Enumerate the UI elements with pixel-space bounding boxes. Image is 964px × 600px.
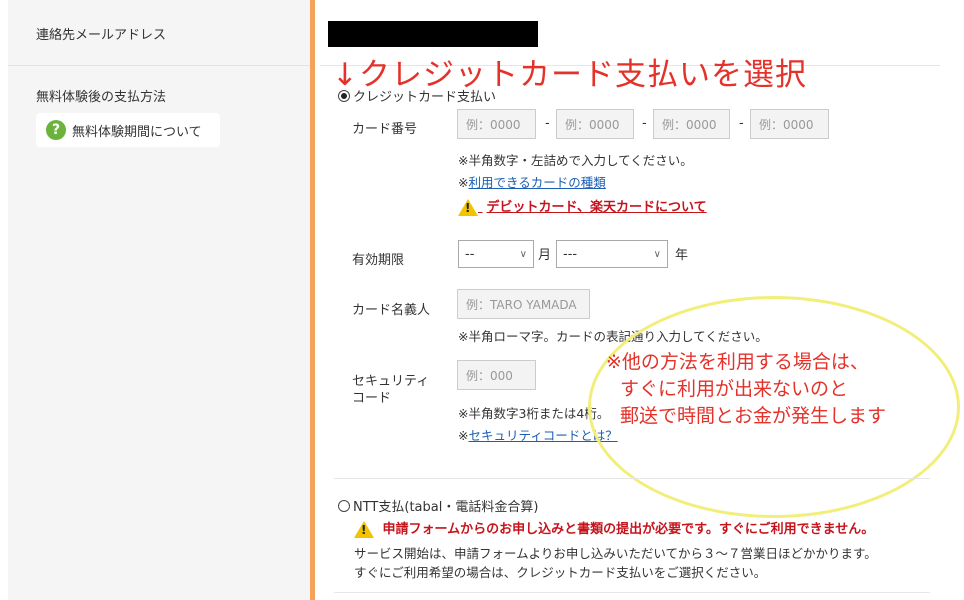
year-unit: 年 [675,248,689,263]
card-holder-label: カード名義人 [352,303,431,318]
note-prefix: ※ [458,428,469,443]
debit-card-link[interactable]: デビットカード、楽天カードについて [487,200,707,215]
dash: - [545,116,550,131]
expiry-month-value: -- [465,246,475,262]
expiry-year-select[interactable]: --- ∨ [556,240,668,268]
trial-help-link[interactable]: ? 無料体験期間について [36,113,220,147]
radio-checked-icon [338,89,350,102]
dash: - [642,116,647,131]
expiry-month-select[interactable]: -- ∨ [458,240,534,268]
accent-divider [310,0,315,600]
card-number-note: ※半角数字・左詰めで入力してください。 [458,153,693,168]
row-divider [8,65,310,66]
ntt-note-2: すぐにご利用希望の場合は、クレジットカード支払いをご選択ください。 [354,565,767,580]
card-number-input-1[interactable]: 例：0000 [457,109,536,139]
card-number-input-3[interactable]: 例：0000 [653,109,730,139]
note-prefix: ※ [458,175,469,190]
card-number-label: カード番号 [352,122,418,137]
section-divider [334,592,930,593]
card-holder-input[interactable]: 例：TARO YAMADA [457,289,590,319]
credit-card-radio-label: クレジットカード支払い [353,90,497,105]
payment-method-label: 無料体験後の支払方法 [36,90,167,105]
ntt-note-1: サービス開始は、申請フォームよりお申し込みいただいてから３～７営業日ほどかかりま… [354,546,877,561]
section-divider [334,478,930,479]
contact-email-label: 連絡先メールアドレス [36,28,167,43]
ntt-warning-text: 申請フォームからのお申し込みと書類の提出が必要です。すぐにご利用できません。 [382,522,875,537]
redacted-email [328,21,538,47]
ntt-radio-label: NTT支払(tabal・電話料金合算) [353,500,539,515]
trial-help-label: 無料体験期間について [72,124,202,140]
annotation-line-2: すぐに利用が出来ないのと [620,378,849,400]
annotation-line-1: ※他の方法を利用する場合は、 [606,351,869,373]
expiry-year-value: --- [563,246,578,262]
security-code-input[interactable]: 例：000 [457,360,536,390]
annotation-line-3: 郵送で時間とお金が発生します [620,405,887,427]
card-number-input-4[interactable]: 例：0000 [750,109,829,139]
dash: - [739,116,744,131]
ntt-payment-radio[interactable]: NTT支払(tabal・電話料金合算) [338,496,538,515]
available-cards-link[interactable]: 利用できるカードの種類 [468,175,605,190]
warning-icon: ! [354,521,374,538]
page-edge [0,0,8,600]
credit-card-radio[interactable]: クレジットカード支払い [338,86,496,105]
security-code-label-2: コード [352,391,392,406]
month-unit: 月 [538,248,552,263]
radio-unchecked-icon [338,499,350,512]
debit-card-warning[interactable]: ! デビットカード、楽天カードについて [458,196,707,216]
ntt-warning: ! 申請フォームからのお申し込みと書類の提出が必要です。すぐにご利用できません。 [354,518,874,538]
card-number-input-2[interactable]: 例：0000 [556,109,634,139]
chevron-down-icon: ∨ [519,248,527,260]
available-cards-note: ※利用できるカードの種類 [458,172,606,191]
chevron-down-icon: ∨ [653,248,661,260]
question-icon: ? [46,120,66,140]
warning-icon: ! [458,199,478,216]
security-code-note: ※半角数字3桁または4桁。 [458,406,610,421]
expiry-label: 有効期限 [352,253,405,268]
